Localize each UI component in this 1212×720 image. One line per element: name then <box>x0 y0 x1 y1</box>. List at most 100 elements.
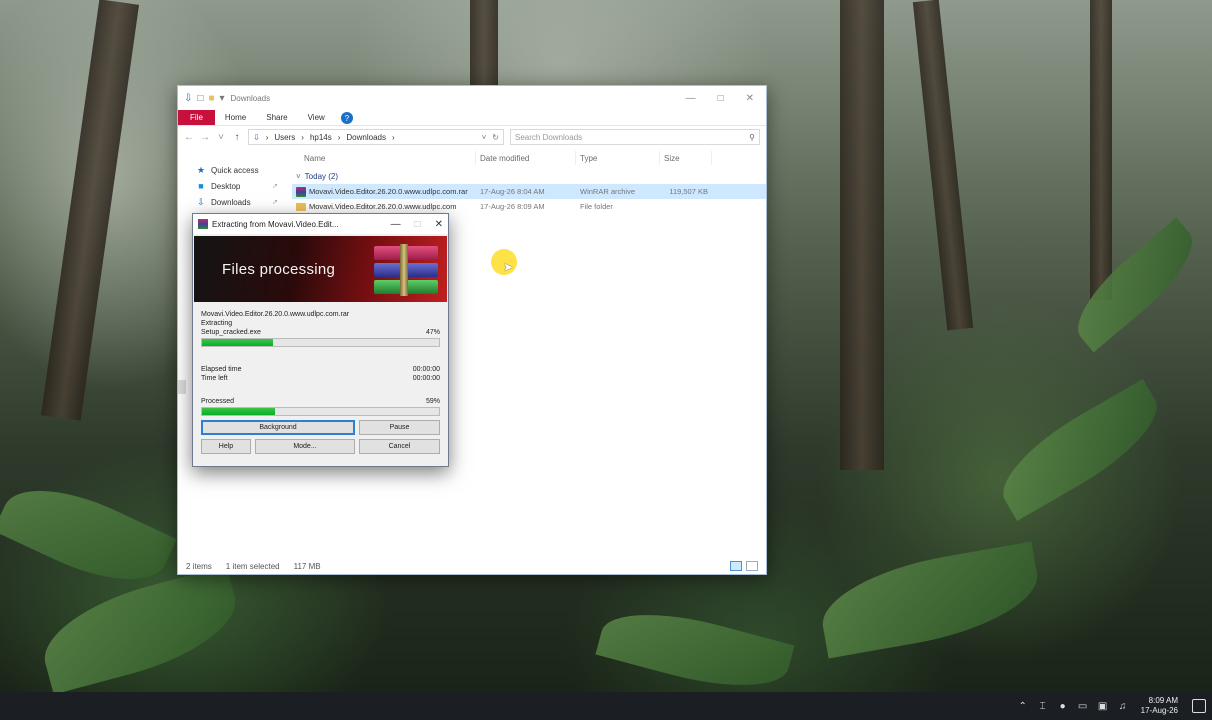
file-percent: 47% <box>425 329 440 336</box>
mouse-pointer-icon: ➤ <box>503 260 514 274</box>
elapsed-time-label: Elapsed time <box>201 366 242 373</box>
maximize-button[interactable]: □ <box>415 219 421 230</box>
breadcrumb-downloads[interactable]: Downloads <box>346 133 386 142</box>
dropdown-icon[interactable]: ˅ <box>482 133 487 142</box>
pause-button[interactable]: Pause <box>359 420 440 435</box>
time-left-value: 00:00:00 <box>412 375 440 382</box>
file-row-folder[interactable]: Movavi.Video.Editor.26.20.0.www.udlpc.co… <box>292 199 766 214</box>
file-date: 17-Aug-26 8:09 AM <box>480 202 545 211</box>
system-tray: ⌃ ⌶ ● ▭ ▣ ♫ 8:09 AM 17-Aug-26 <box>1017 696 1206 716</box>
download-icon: ⇩ <box>253 132 260 142</box>
large-icons-view-icon[interactable] <box>746 561 758 571</box>
nav-label: Desktop <box>211 181 241 191</box>
nav-label: Quick access <box>211 165 259 175</box>
download-arrow-icon[interactable]: ⇩ <box>184 93 192 104</box>
close-button[interactable]: ✕ <box>435 219 443 230</box>
clock-date: 17-Aug-26 <box>1140 706 1178 715</box>
battery-icon[interactable]: ▭ <box>1077 700 1089 712</box>
refresh-icon[interactable]: ↻ <box>492 133 499 142</box>
address-bar[interactable]: ⇩ › Users › hp14s › Downloads › ˅ ↻ <box>248 129 504 145</box>
group-header-today[interactable]: ˅ Today (2) <box>292 168 766 184</box>
recent-locations-icon[interactable]: ˅ <box>216 132 226 143</box>
file-row-archive[interactable]: Movavi.Video.Editor.26.20.0.www.udlpc.co… <box>292 184 766 199</box>
column-name[interactable]: Name <box>292 151 476 165</box>
column-headers: Name Date modified Type Size <box>292 148 766 168</box>
forward-arrow-icon[interactable]: → <box>200 132 210 143</box>
up-arrow-icon[interactable]: ↑ <box>232 132 242 143</box>
nav-item-desktop[interactable]: ■ Desktop ➚ <box>178 178 292 194</box>
volume-icon[interactable]: ♫ <box>1117 700 1129 712</box>
mode-button[interactable]: Mode... <box>255 439 355 454</box>
search-input[interactable]: Search Downloads ⚲ <box>510 129 760 145</box>
processed-percent: 59% <box>425 398 440 405</box>
breadcrumb-users[interactable]: Users <box>274 133 295 142</box>
dialog-titlebar: Extracting from Movavi.Video.Edit... — □… <box>193 214 448 234</box>
time-left-label: Time left <box>201 375 228 382</box>
tab-file[interactable]: File <box>178 110 215 125</box>
pin-icon: ➚ <box>272 199 278 206</box>
help-button[interactable]: Help <box>201 439 251 454</box>
file-name: Movavi.Video.Editor.26.20.0.www.udlpc.co… <box>309 202 457 211</box>
download-icon: ⇩ <box>197 196 205 207</box>
rar-archive-icon <box>296 186 306 197</box>
window-title: Downloads <box>230 93 271 103</box>
notification-icon[interactable] <box>1192 699 1206 713</box>
quick-access-toolbar: ⇩ □ ■ ▾ <box>184 93 225 104</box>
current-file-name: Setup_cracked.exe <box>201 329 261 336</box>
item-count: 2 items <box>186 561 212 571</box>
maximize-button[interactable]: □ <box>718 93 724 104</box>
clock[interactable]: 8:09 AM 17-Aug-26 <box>1141 696 1178 716</box>
minimize-button[interactable]: — <box>391 219 401 230</box>
tab-share[interactable]: Share <box>256 110 297 125</box>
chevron-down-icon: ˅ <box>296 171 301 181</box>
winrar-books-icon <box>374 244 440 296</box>
file-progress-bar <box>201 338 440 347</box>
column-type[interactable]: Type <box>576 151 660 165</box>
nav-item-quick-access[interactable]: ★ Quick access <box>178 162 292 178</box>
chevron-up-icon[interactable]: ⌃ <box>1017 700 1029 712</box>
banner-text: Files processing <box>222 261 336 278</box>
file-progress-fill <box>202 339 274 346</box>
breadcrumb-hp14s[interactable]: hp14s <box>310 133 332 142</box>
clock-time: 8:09 AM <box>1148 696 1178 705</box>
star-icon: ★ <box>196 164 206 175</box>
scrollbar-thumb[interactable] <box>178 380 186 394</box>
properties-icon[interactable]: □ <box>197 93 203 104</box>
tab-view[interactable]: View <box>298 110 335 125</box>
status-bar: 2 items 1 item selected 117 MB <box>178 558 766 574</box>
details-view-icon[interactable] <box>730 561 742 571</box>
column-date-modified[interactable]: Date modified <box>476 151 576 165</box>
background-button[interactable]: Background <box>201 420 355 435</box>
network-icon[interactable]: ▣ <box>1097 700 1109 712</box>
nav-item-downloads[interactable]: ⇩ Downloads ➚ <box>178 194 292 210</box>
search-placeholder: Search Downloads <box>515 132 583 142</box>
file-name: Movavi.Video.Editor.26.20.0.www.udlpc.co… <box>309 187 468 196</box>
usb-icon[interactable]: ⌶ <box>1037 700 1049 712</box>
taskbar: ⌃ ⌶ ● ▭ ▣ ♫ 8:09 AM 17-Aug-26 <box>0 692 1212 720</box>
cancel-button[interactable]: Cancel <box>359 439 440 454</box>
total-progress-bar <box>201 407 440 416</box>
archive-name: Movavi.Video.Editor.26.20.0.www.udlpc.co… <box>201 311 350 318</box>
microphone-icon[interactable]: ● <box>1057 700 1069 712</box>
folder-icon <box>296 202 306 211</box>
minimize-button[interactable]: — <box>686 93 696 104</box>
search-icon: ⚲ <box>749 132 755 142</box>
help-icon[interactable]: ? <box>340 112 353 124</box>
selection-count: 1 item selected <box>225 561 280 571</box>
dialog-title: Extracting from Movavi.Video.Edit... <box>212 219 339 229</box>
chevron-down-icon[interactable]: ▾ <box>219 93 224 104</box>
desktop-icon: ■ <box>198 181 204 191</box>
folder-icon[interactable]: ■ <box>208 93 214 104</box>
back-arrow-icon[interactable]: ← <box>184 132 194 143</box>
close-button[interactable]: ✕ <box>746 93 754 104</box>
file-size: 119,507 KB <box>669 187 708 196</box>
selection-size: 117 MB <box>293 561 321 571</box>
file-type: WinRAR archive <box>580 187 636 196</box>
nav-label: Downloads <box>211 197 251 207</box>
group-label: Today (2) <box>304 171 339 181</box>
tab-home[interactable]: Home <box>215 110 256 125</box>
file-date: 17-Aug-26 8:04 AM <box>480 187 545 196</box>
address-row: ← → ˅ ↑ ⇩ › Users › hp14s › Downloads › … <box>178 126 766 148</box>
total-progress-fill <box>202 408 276 415</box>
column-size[interactable]: Size <box>660 151 712 165</box>
